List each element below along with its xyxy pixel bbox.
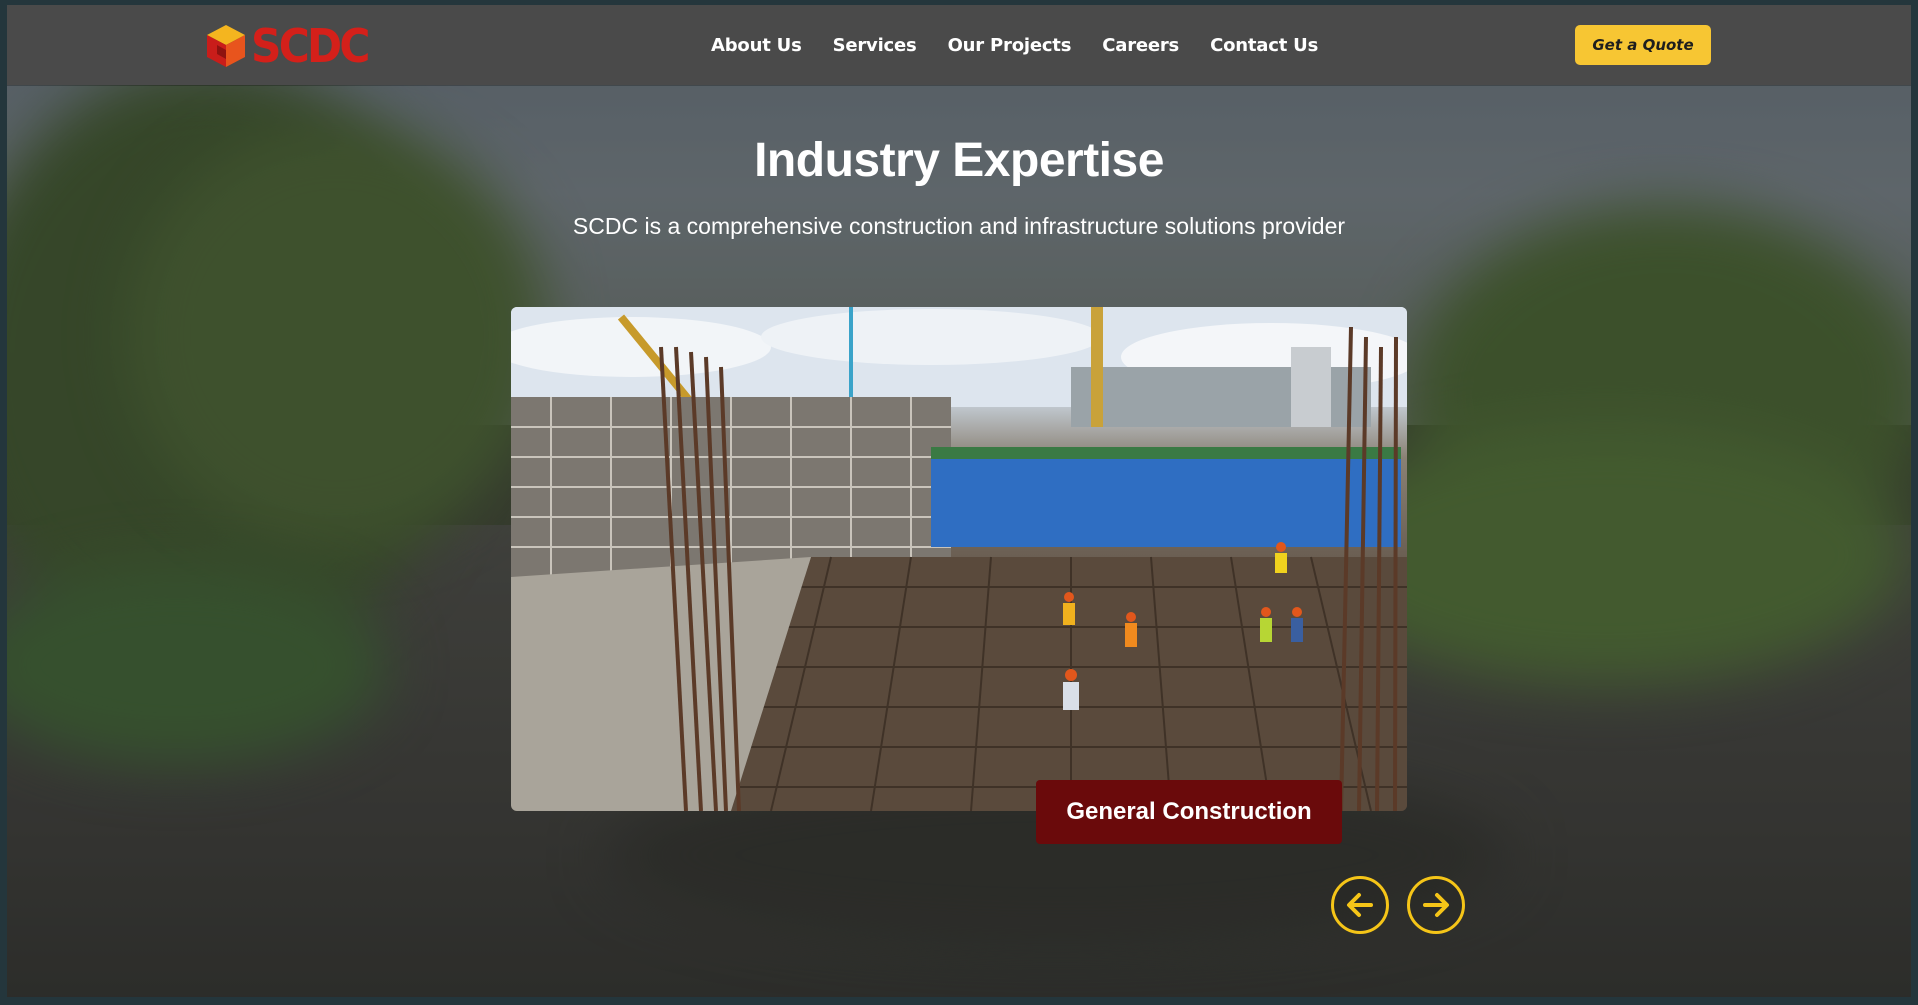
carousel-slide-image [511, 307, 1407, 811]
page-frame: SCDC About Us Services Our Projects Care… [7, 5, 1911, 997]
hero-title: Industry Expertise [754, 134, 1164, 187]
nav-careers[interactable]: Careers [1102, 35, 1179, 56]
top-navbar: SCDC About Us Services Our Projects Care… [7, 5, 1911, 85]
get-a-quote-button[interactable]: Get a Quote [1575, 25, 1711, 65]
brand-logo[interactable]: SCDC [205, 19, 378, 73]
brand-name: SCDC [251, 19, 370, 73]
arrow-left-icon [1347, 893, 1373, 917]
hero-subtitle: SCDC is a comprehensive construction and… [572, 213, 1346, 239]
nav-our-projects[interactable]: Our Projects [948, 35, 1072, 56]
carousel-prev-button[interactable] [1331, 876, 1389, 934]
main-menu: About Us Services Our Projects Careers C… [711, 5, 1318, 85]
slide-caption: General Construction [1036, 780, 1342, 844]
cube-logo-icon [207, 25, 245, 67]
arrow-right-icon [1423, 893, 1449, 917]
nav-about-us[interactable]: About Us [711, 35, 802, 56]
carousel-next-button[interactable] [1407, 876, 1465, 934]
nav-services[interactable]: Services [833, 35, 917, 56]
nav-contact-us[interactable]: Contact Us [1210, 35, 1318, 56]
